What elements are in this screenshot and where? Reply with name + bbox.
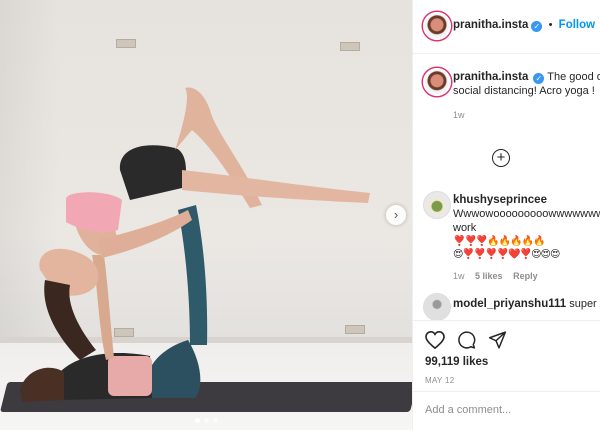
chevron-right-icon: › (393, 207, 399, 222)
carousel-dot-active (194, 418, 200, 423)
separator-bullet: • (548, 19, 553, 31)
comment-timestamp[interactable]: 1w (453, 271, 465, 281)
comment-text: Wwwowooooooooowwwwwwwwww great and cool … (453, 208, 600, 234)
author-username[interactable]: pranitha.insta (453, 19, 528, 31)
comment-username[interactable]: khushyseprincee (453, 193, 600, 207)
caption-author-avatar[interactable] (423, 68, 451, 96)
comment-bubble-icon[interactable] (457, 331, 476, 349)
carousel-dot (203, 418, 209, 423)
header-line: pranitha.insta ✓ • Follow (453, 19, 595, 32)
comment-emoji-line: 😍❣️❣️❣️❣️❤️❣️😍😍😍 (453, 249, 560, 260)
comment-username[interactable]: model_priyanshu111 (453, 298, 566, 310)
commenter-avatar[interactable] (423, 293, 451, 321)
commenter-avatar[interactable] (423, 191, 451, 219)
post-caption: pranitha.insta✓ The good old days when t… (453, 70, 600, 122)
likes-count[interactable]: 99,119 likes (425, 356, 488, 368)
base-hips (146, 340, 201, 398)
flyer-leg-extended (182, 170, 370, 203)
next-slide-button[interactable]: › (386, 205, 406, 225)
post-header: pranitha.insta ✓ • Follow (413, 0, 600, 54)
load-more-comments-button[interactable]: ⊕+ (492, 149, 510, 167)
follow-button[interactable]: Follow (559, 19, 595, 31)
comment-emoji-line: ❣️❣️❣️🔥🔥🔥🔥🔥 (453, 236, 546, 247)
carousel-dot (212, 418, 218, 423)
verified-badge-icon: ✓ (533, 73, 545, 84)
comment-item: khushyseprincee Wwwowooooooooowwwwwwwwww… (453, 193, 600, 283)
paper-plane-icon[interactable] (488, 331, 507, 349)
caption-timestamp[interactable]: 1w (453, 108, 600, 122)
comment-meta: 1w 5 likes Reply (453, 269, 600, 283)
acro-yoga-photo (20, 87, 370, 402)
instagram-post: › pranitha.insta ✓ • Follow pranitha.inst… (0, 0, 600, 430)
author-avatar[interactable] (423, 12, 451, 40)
verified-badge-icon: ✓ (531, 21, 543, 32)
add-comment-bar (413, 391, 600, 430)
action-icons (425, 331, 507, 349)
comment-item: model_priyanshu111 super ma (453, 297, 600, 311)
carousel-indicator (0, 418, 412, 423)
base-hair (20, 367, 64, 402)
reply-button[interactable]: Reply (513, 271, 538, 281)
caption-username[interactable]: pranitha.insta (453, 71, 528, 83)
comment-likes[interactable]: 5 likes (475, 271, 503, 281)
post-actions: 99,119 likes MAY 12 (413, 320, 600, 430)
comment-text: super ma (569, 298, 600, 310)
comment-input[interactable] (425, 404, 595, 416)
base-waistband (108, 356, 152, 396)
post-side-panel: pranitha.insta ✓ • Follow pranitha.insta ✓… (412, 0, 600, 430)
post-media[interactable]: › (0, 0, 412, 430)
post-date[interactable]: MAY 12 (425, 376, 455, 385)
heart-icon[interactable] (425, 331, 445, 349)
flyer-shorts (119, 145, 186, 200)
flyer-top (66, 192, 122, 233)
